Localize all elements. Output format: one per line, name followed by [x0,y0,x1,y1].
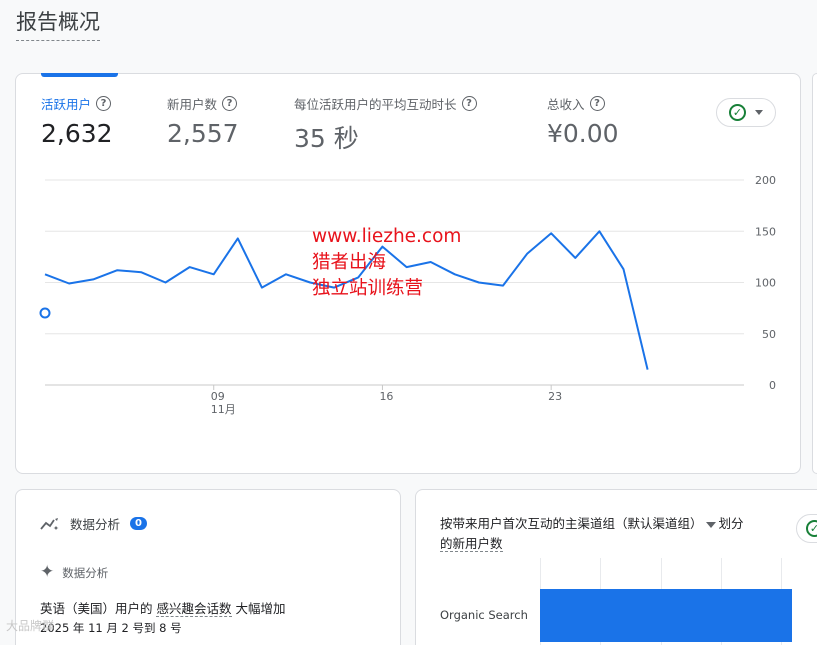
caret-down-icon[interactable] [705,521,716,528]
title-text: 划分 [718,516,744,531]
watermark-line: 猎者出海 [312,252,387,273]
insight-subheading: 数据分析 [62,565,109,580]
page-title: 报告概况 [16,6,100,41]
watermark-text: www.liezhe.com 猎者出海 独立站训练营 [312,224,461,302]
channel-card-title: 按带来用户首次互动的主渠道组（默认渠道组） 划分 的新用户数 [440,514,780,554]
watermark-line: www.liezhe.com [312,226,462,247]
corner-watermark: 大品牌群 [6,619,55,633]
insight-title[interactable]: 英语（美国）用户的 感兴趣会话数 大幅增加 [40,598,285,617]
x-tick-sublabel: 11月 [211,403,236,416]
metric-selector[interactable]: 的新用户数 [440,536,503,552]
bar-organic-search[interactable] [540,589,792,642]
y-tick-label: 150 [755,225,776,238]
adjacent-card-edge [812,73,817,474]
insights-header[interactable]: 数据分析 0 [40,514,147,533]
insight-subheader: ✦ 数据分析 [40,564,108,581]
y-tick-label: 200 [755,174,776,187]
check-circle-icon: ✓ [806,520,817,537]
insight-metric-link[interactable]: 感兴趣会话数 [156,601,232,617]
insights-heading: 数据分析 [70,517,121,532]
watermark-line: 独立站训练营 [312,278,424,299]
overview-card: 活跃用户 ? 2,632 新用户数 ? 2,557 每位活跃用户的平均互动时长 … [15,73,801,474]
insight-date: 2025 年 11 月 2 号到 8 号 [40,621,182,635]
insight-title-prefix: 英语（美国）用户的 [40,601,157,616]
insights-card: 数据分析 0 ✦ 数据分析 英语（美国）用户的 感兴趣会话数 大幅增加 2025… [15,489,401,645]
sparkle-icon: ✦ [40,562,55,582]
channel-card: 按带来用户首次互动的主渠道组（默认渠道组） 划分 的新用户数 ✓ Organic … [415,489,817,645]
x-tick-label: 16 [379,390,393,403]
y-tick-label: 50 [762,328,776,341]
compare-button[interactable]: ✓ [796,514,817,543]
comparison-point-marker[interactable] [39,307,51,319]
x-tick-label: 09 [211,390,225,403]
insight-title-suffix: 大幅增加 [231,601,286,616]
y-tick-label: 100 [755,277,776,290]
x-tick-label: 23 [548,390,562,403]
y-tick-label: 0 [769,379,776,392]
dimension-selector[interactable]: 按带来用户首次互动的主渠道组（默认渠道组） [440,516,703,531]
insights-count-badge: 0 [130,517,147,530]
trend-icon [40,517,59,530]
bar-label: Organic Search [440,608,528,622]
